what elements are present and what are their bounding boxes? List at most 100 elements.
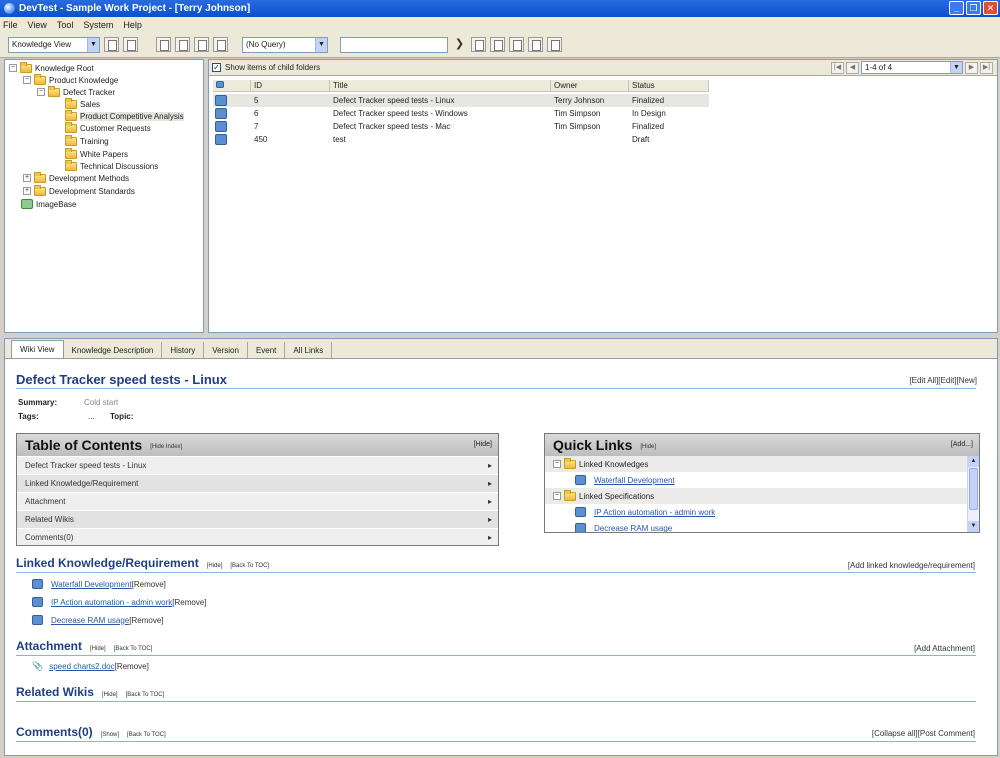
hide-index-link[interactable]: [Hide Index] xyxy=(150,444,182,450)
toc-hide-link[interactable]: [Hide] xyxy=(474,441,492,448)
remove-link[interactable]: [Remove] xyxy=(172,598,206,607)
quick-link-item[interactable]: Decrease RAM usage xyxy=(545,520,967,532)
edit-links[interactable]: [Edit All][Edit][New] xyxy=(909,376,977,385)
quick-links-add-link[interactable]: [Add...] xyxy=(951,441,973,448)
remove-link[interactable]: [Remove] xyxy=(129,616,163,625)
previous-page-button[interactable]: ◀ xyxy=(846,61,859,74)
remove-link[interactable]: [Remove] xyxy=(132,580,166,589)
column-header-icon[interactable] xyxy=(213,80,251,92)
tree-item-white-papers[interactable]: White Papers xyxy=(65,147,128,160)
tree-item-development-standards[interactable]: + Development Standards xyxy=(23,184,135,197)
go-arrow-icon[interactable]: ❯ xyxy=(452,37,467,52)
tree-item-product-knowledge[interactable]: − Product Knowledge xyxy=(23,73,118,86)
linked-item-link[interactable]: IP Action automation - admin work xyxy=(51,598,172,607)
menu-tool[interactable]: Tool xyxy=(57,20,74,30)
linked-back-to-toc-link[interactable]: [Back To TOC] xyxy=(230,563,269,569)
related-hide-link[interactable]: [Hide] xyxy=(102,692,118,698)
attachment-hide-link[interactable]: [Hide] xyxy=(90,646,106,652)
expand-icon[interactable]: + xyxy=(23,187,31,195)
attachment-back-to-toc-link[interactable]: [Back To TOC] xyxy=(114,646,153,652)
view-select[interactable]: Knowledge View ▼ xyxy=(8,36,100,53)
tree-item-sales[interactable]: Sales xyxy=(65,97,100,110)
search-input[interactable] xyxy=(340,36,448,53)
linked-item-link[interactable]: Waterfall Development xyxy=(51,580,132,589)
tree-item-product-competitive-analysis[interactable]: Product Competitive Analysis xyxy=(65,109,184,122)
column-header-title[interactable]: Title xyxy=(330,80,551,92)
last-page-button[interactable]: ▶| xyxy=(980,61,993,74)
tab-event[interactable]: Event xyxy=(248,342,286,358)
page-select[interactable]: 1-4 of 4 ▼ xyxy=(861,61,963,74)
query-select[interactable]: (No Query) ▼ xyxy=(242,36,328,53)
attachment-file-link[interactable]: speed charts2.doc xyxy=(49,662,114,671)
column-header-id[interactable]: ID xyxy=(251,80,330,92)
toc-item[interactable]: Comments(0) ▸ xyxy=(17,528,498,546)
comments-back-to-toc-link[interactable]: [Back To TOC] xyxy=(127,732,166,738)
toc-item[interactable]: Related Wikis ▸ xyxy=(17,510,498,528)
tree-item-technical-discussions[interactable]: Technical Discussions xyxy=(65,159,158,172)
collapse-icon[interactable]: − xyxy=(37,88,45,96)
add-attachment-link[interactable]: [Add Attachment] xyxy=(914,644,975,653)
quick-links-scrollbar[interactable]: ▲ ▼ xyxy=(967,456,979,532)
edit-document-icon[interactable] xyxy=(213,37,228,52)
filter-icon[interactable] xyxy=(490,37,505,52)
open-document-icon[interactable] xyxy=(175,37,190,52)
tab-knowledge-description[interactable]: Knowledge Description xyxy=(64,342,163,358)
toc-item[interactable]: Defect Tracker speed tests - Linux ▸ xyxy=(17,456,498,474)
close-button[interactable]: ✕ xyxy=(983,1,998,15)
scroll-up-icon[interactable]: ▲ xyxy=(968,456,979,467)
search-icon[interactable] xyxy=(471,37,486,52)
add-linked-link[interactable]: [Add linked knowledge/requirement] xyxy=(848,561,975,570)
column-header-status[interactable]: Status xyxy=(629,80,709,92)
linked-hide-link[interactable]: [Hide] xyxy=(207,563,223,569)
maximize-button[interactable]: ❐ xyxy=(966,1,981,15)
collapse-icon[interactable]: − xyxy=(553,492,561,500)
toc-item[interactable]: Linked Knowledge/Requirement ▸ xyxy=(17,474,498,492)
table-row[interactable]: 7 Defect Tracker speed tests - Mac Tim S… xyxy=(213,120,709,133)
clear-icon[interactable] xyxy=(509,37,524,52)
tree-item-training[interactable]: Training xyxy=(65,134,109,147)
tree-item-development-methods[interactable]: + Development Methods xyxy=(23,171,129,184)
tab-all-links[interactable]: All Links xyxy=(285,342,333,358)
collapse-icon[interactable]: − xyxy=(553,460,561,468)
minimize-button[interactable]: _ xyxy=(949,1,964,15)
tab-history[interactable]: History xyxy=(162,342,205,358)
tree-item-defect-tracker[interactable]: − Defect Tracker xyxy=(37,85,115,98)
tab-version[interactable]: Version xyxy=(204,342,248,358)
expand-icon[interactable]: + xyxy=(23,174,31,182)
first-page-button[interactable]: |◀ xyxy=(831,61,844,74)
tree-item-customer-requests[interactable]: Customer Requests xyxy=(65,121,151,134)
comment-actions[interactable]: [Collapse all][Post Comment] xyxy=(872,729,975,738)
quick-link-item[interactable]: IP Action automation - admin work xyxy=(545,504,967,520)
tree-item-knowledge-root[interactable]: − Knowledge Root xyxy=(9,61,94,74)
quick-links-group[interactable]: − Linked Knowledges xyxy=(545,456,967,472)
table-row[interactable]: 5 Defect Tracker speed tests - Linux Ter… xyxy=(213,94,709,107)
export-document-icon[interactable] xyxy=(194,37,209,52)
save-icon[interactable] xyxy=(104,37,119,52)
table-row[interactable]: 450 test Draft xyxy=(213,133,709,146)
tree-item-imagebase[interactable]: ImageBase xyxy=(21,198,76,210)
quick-links-hide-link[interactable]: [Hide] xyxy=(640,444,656,450)
menu-help[interactable]: Help xyxy=(123,20,142,30)
column-header-owner[interactable]: Owner xyxy=(551,80,629,92)
quick-link-item[interactable]: Waterfall Development xyxy=(545,472,967,488)
toc-item[interactable]: Attachment ▸ xyxy=(17,492,498,510)
window-icon[interactable] xyxy=(547,37,562,52)
collapse-icon[interactable]: − xyxy=(23,76,31,84)
collapse-icon[interactable]: − xyxy=(9,64,17,72)
remove-link[interactable]: [Remove] xyxy=(115,662,149,671)
related-back-to-toc-link[interactable]: [Back To TOC] xyxy=(126,692,165,698)
comments-show-link[interactable]: [Show] xyxy=(101,732,119,738)
show-child-folders-checkbox[interactable]: ✓ xyxy=(212,63,221,72)
scroll-thumb[interactable] xyxy=(969,468,978,510)
copy-icon[interactable] xyxy=(528,37,543,52)
menu-view[interactable]: View xyxy=(28,20,47,30)
quick-links-group[interactable]: − Linked Specifications xyxy=(545,488,967,504)
linked-item-link[interactable]: Decrease RAM usage xyxy=(51,616,129,625)
tab-wiki-view[interactable]: Wiki View xyxy=(11,340,64,358)
menu-file[interactable]: File xyxy=(3,20,18,30)
scroll-down-icon[interactable]: ▼ xyxy=(968,521,979,532)
next-page-button[interactable]: ▶ xyxy=(965,61,978,74)
table-row[interactable]: 6 Defect Tracker speed tests - Windows T… xyxy=(213,107,709,120)
new-document-icon[interactable] xyxy=(156,37,171,52)
menu-system[interactable]: System xyxy=(83,20,113,30)
